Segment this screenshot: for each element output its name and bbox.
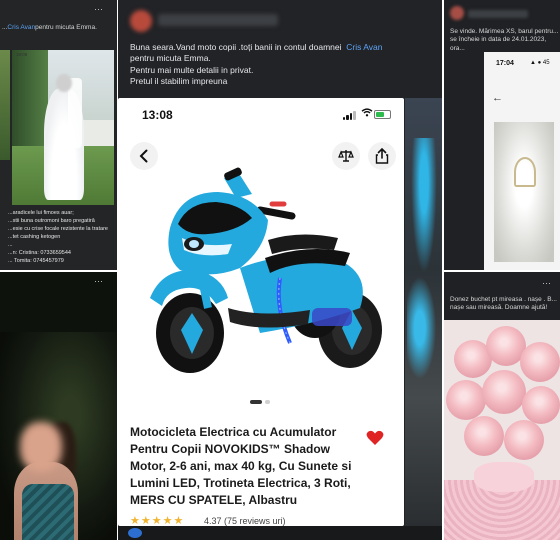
mention-link[interactable]: Cris Avan — [7, 24, 35, 31]
post-body-text: ...aradicele lui fimoes auar; ...stii bu… — [8, 210, 108, 264]
image-carousel-indicator[interactable] — [250, 400, 272, 404]
bouquet-photo[interactable] — [444, 320, 560, 540]
heart-icon[interactable] — [366, 430, 384, 446]
status-icons: ▲ ● 45 — [530, 60, 550, 66]
reaction-icon[interactable] — [128, 528, 142, 538]
post-tile-portrait[interactable]: ··· — [0, 272, 117, 540]
avatar[interactable] — [130, 10, 152, 32]
post-footer — [118, 526, 442, 540]
blurred-author-name[interactable] — [468, 10, 528, 18]
wedding-photo[interactable]: 18:08 — [12, 50, 114, 205]
post-tile-dress-sale[interactable]: Se vinde. Mărimea XS, barul pentru... se… — [444, 0, 560, 270]
mention-link[interactable]: Cris Avan — [346, 42, 382, 52]
product-title[interactable]: Motocicleta Electrica cu Acumulator Pent… — [130, 424, 362, 509]
status-time: 17:04 — [496, 60, 514, 67]
post-tile-center[interactable]: Buna seara.Vand moto copii .toți banii i… — [118, 0, 442, 540]
wifi-icon — [361, 108, 373, 120]
status-bar: 13:08 — [118, 98, 404, 128]
battery-icon — [374, 110, 391, 119]
rating-text[interactable]: 4.37 (75 reviews uri) — [204, 516, 286, 526]
signal-icon — [343, 111, 357, 120]
blurred-author-name[interactable] — [158, 14, 278, 26]
phone-time: 18:08 — [16, 52, 28, 57]
dress-screenshot[interactable]: 17:04 ▲ ● 45 ← — [484, 52, 560, 270]
post-caption: Donez buchet pt mireasa . nașe . B... na… — [450, 296, 557, 312]
adjacent-photo-strip — [405, 98, 442, 526]
avatar[interactable] — [450, 6, 464, 20]
post-tile-wedding[interactable]: ··· ...Cris Avanpentru micuta Emma. 18:0… — [0, 0, 117, 270]
post-caption: Buna seara.Vand moto copii .toți banii i… — [130, 42, 383, 87]
blurred-face — [56, 74, 72, 92]
product-screenshot[interactable]: 13:08 Motocicleta Electrica cu Acumulato… — [118, 98, 404, 526]
status-time: 13:08 — [142, 108, 173, 122]
post-caption: Se vinde. Mărimea XS, barul pentru... se… — [450, 28, 559, 52]
product-photo — [494, 122, 554, 262]
product-image-motorcycle[interactable] — [140, 158, 390, 388]
post-tile-bouquet[interactable]: ··· Donez buchet pt mireasa . nașe . B..… — [444, 272, 560, 540]
photo-strip — [0, 50, 10, 160]
blurred-face — [20, 422, 62, 472]
rating-stars: ★★★★★ — [130, 515, 185, 526]
more-options-icon[interactable]: ··· — [94, 276, 103, 286]
post-caption: ...Cris Avanpentru micuta Emma. — [2, 24, 97, 31]
more-options-icon[interactable]: ··· — [94, 4, 103, 14]
back-arrow-icon[interactable]: ← — [492, 92, 503, 104]
more-options-icon[interactable]: ··· — [542, 278, 551, 288]
patterned-dress — [22, 484, 74, 540]
ribbon-bow — [474, 462, 534, 492]
